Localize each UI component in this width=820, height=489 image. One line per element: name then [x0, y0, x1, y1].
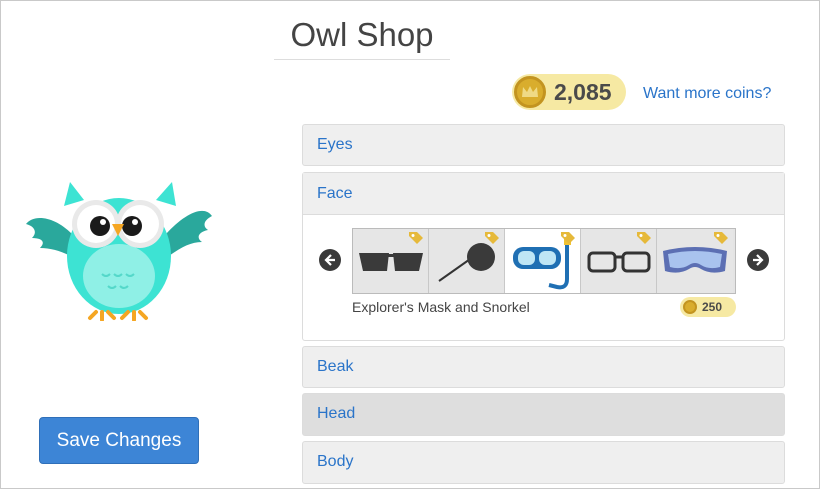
category-label: Eyes	[317, 136, 353, 153]
price-value: 250	[702, 300, 723, 314]
coin-icon	[683, 300, 697, 314]
category-beak[interactable]: Beak	[302, 346, 785, 388]
category-label: Beak	[317, 358, 354, 375]
category-label: Head	[317, 405, 356, 422]
category-head[interactable]: Head	[302, 393, 785, 436]
face-item-ski-goggles[interactable]	[657, 229, 733, 293]
category-face: Face Explorer's Mask and Snorkel 250	[302, 172, 785, 341]
price-tag-icon	[409, 232, 423, 244]
carousel-prev-button[interactable]	[319, 249, 341, 271]
category-label[interactable]: Face	[303, 173, 784, 215]
arrow-right-icon	[753, 254, 764, 266]
category-body[interactable]: Body	[302, 441, 785, 484]
category-eyes[interactable]: Eyes	[302, 124, 785, 166]
category-label: Body	[317, 453, 354, 470]
price-tag-icon	[561, 232, 575, 244]
face-item-eye-patch[interactable]	[429, 229, 505, 293]
face-item-sunglasses[interactable]	[353, 229, 429, 293]
coin-icon	[514, 76, 546, 108]
want-more-coins-link[interactable]: Want more coins?	[643, 84, 771, 104]
selected-item-price: 250	[680, 297, 736, 317]
selected-item-name: Explorer's Mask and Snorkel	[352, 299, 530, 315]
price-tag-icon	[485, 232, 499, 244]
face-item-glasses[interactable]	[581, 229, 657, 293]
price-tag-icon	[714, 232, 728, 244]
arrow-left-icon	[324, 254, 335, 266]
coin-balance: 2,085	[512, 74, 626, 110]
coin-count: 2,085	[554, 79, 612, 105]
save-changes-button[interactable]: Save Changes	[39, 417, 199, 464]
price-tag-icon	[637, 232, 651, 244]
carousel-next-button[interactable]	[747, 249, 769, 271]
owl-avatar	[26, 182, 212, 321]
page-title: Owl Shop	[274, 14, 450, 60]
face-items-carousel	[352, 228, 736, 294]
face-item-snorkel-mask[interactable]	[505, 229, 581, 293]
